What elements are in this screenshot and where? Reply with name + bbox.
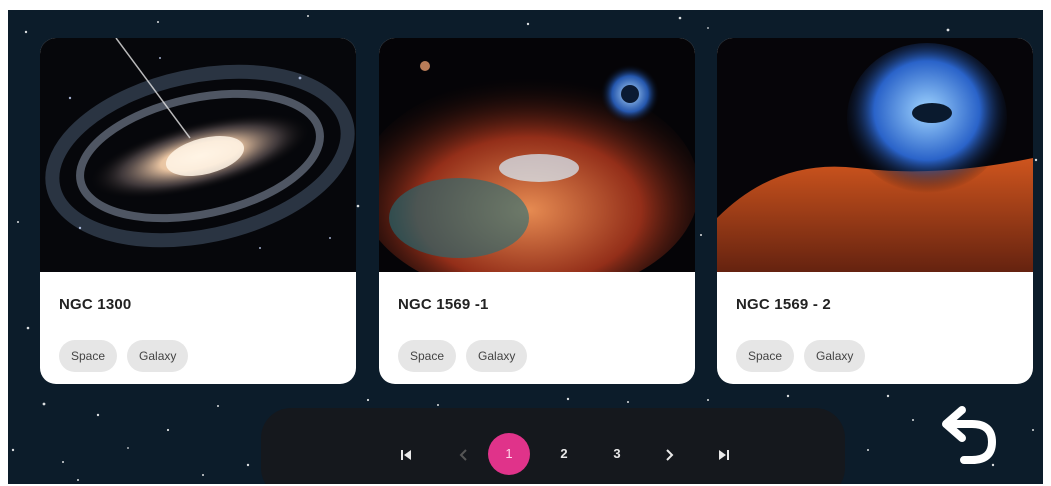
galaxy-image[interactable] <box>40 38 356 272</box>
app-screen: NGC 1300 Space Galaxy NGC 1569 -1 Space … <box>8 10 1043 484</box>
tag-list: Space Galaxy <box>398 340 528 372</box>
undo-arrow-icon <box>942 406 996 464</box>
pagination-bar: 1 2 3 <box>261 408 845 484</box>
nebula-image[interactable] <box>379 38 695 272</box>
gallery-card-ngc-1300[interactable]: NGC 1300 Space Galaxy <box>40 38 356 384</box>
card-title: NGC 1569 -1 <box>398 296 489 313</box>
page-button-2[interactable]: 2 <box>546 436 582 472</box>
tag-chip-galaxy[interactable]: Galaxy <box>804 340 866 372</box>
page-button-3[interactable]: 3 <box>599 436 635 472</box>
page-button-1[interactable]: 1 <box>488 433 530 475</box>
chevron-left-icon[interactable] <box>446 436 482 472</box>
tag-chip-space[interactable]: Space <box>59 340 118 372</box>
card-title: NGC 1300 <box>59 296 132 313</box>
gallery-card-ngc-1569-1[interactable]: NGC 1569 -1 Space Galaxy <box>379 38 695 384</box>
card-title: NGC 1569 - 2 <box>736 296 831 313</box>
tag-list: Space Galaxy <box>59 340 189 372</box>
chevron-right-icon[interactable] <box>651 436 687 472</box>
tag-chip-galaxy[interactable]: Galaxy <box>466 340 528 372</box>
tag-chip-galaxy[interactable]: Galaxy <box>127 340 189 372</box>
tag-chip-space[interactable]: Space <box>736 340 795 372</box>
nebula-image[interactable] <box>717 38 1033 272</box>
skip-first-icon[interactable] <box>388 436 424 472</box>
tag-list: Space Galaxy <box>736 340 866 372</box>
skip-last-icon[interactable] <box>706 436 742 472</box>
gallery-card-ngc-1569-2[interactable]: NGC 1569 - 2 Space Galaxy <box>717 38 1033 384</box>
tag-chip-space[interactable]: Space <box>398 340 457 372</box>
back-button[interactable] <box>936 402 1006 472</box>
